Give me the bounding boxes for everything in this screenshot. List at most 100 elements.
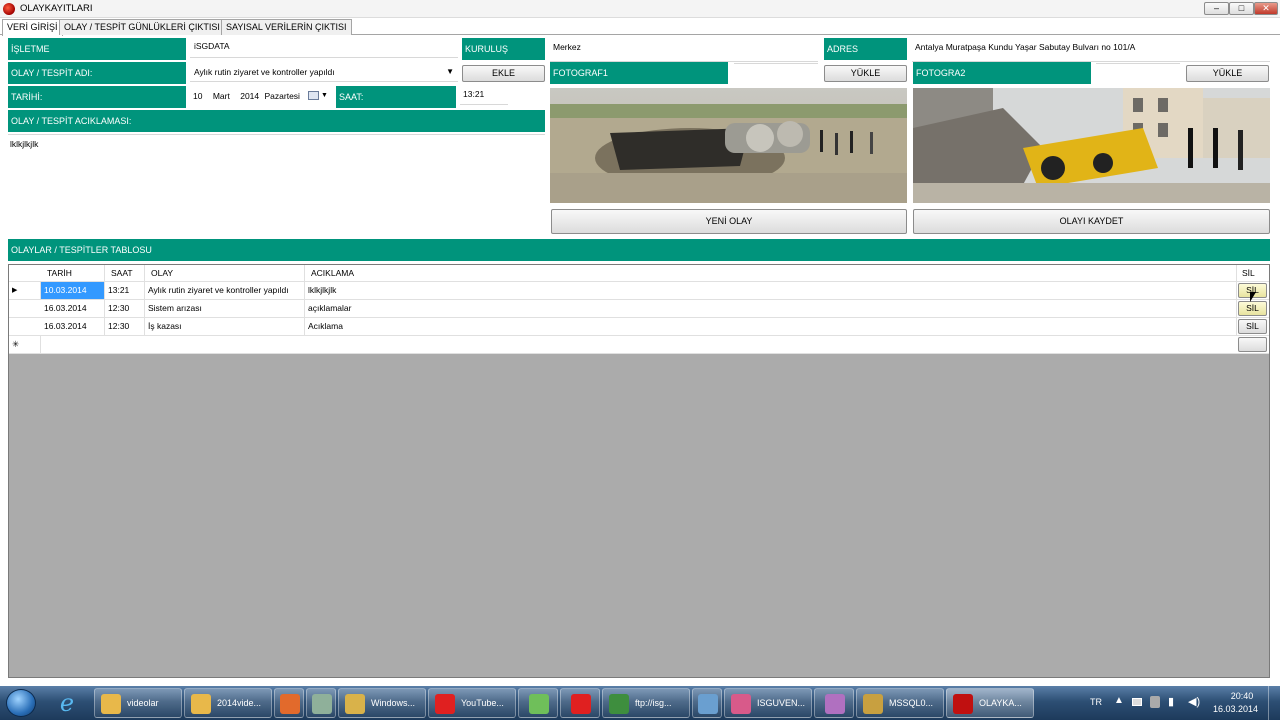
- olay-adi-label: OLAY / TESPİT ADI:: [8, 62, 186, 84]
- new-row-icon: ✳: [9, 336, 41, 353]
- cell-olay[interactable]: Sistem arızası: [145, 300, 305, 317]
- taskbar-app-icon: [609, 694, 629, 714]
- taskbar-app-icon: [101, 694, 121, 714]
- taskbar-item-3[interactable]: [306, 688, 336, 718]
- taskbar-item-10[interactable]: ISGUVEN...: [724, 688, 812, 718]
- tarih-date-picker[interactable]: 10 Mart 2014 Pazartesi ▼: [190, 86, 332, 106]
- olay-adi-value: Aylık rutin ziyaret ve kontroller yapıld…: [194, 67, 335, 77]
- chevron-down-icon: ▼: [446, 67, 454, 76]
- clock-time[interactable]: 20:40: [1222, 691, 1262, 701]
- sil-button[interactable]: SİL: [1238, 301, 1267, 316]
- tab-strip: VERİ GİRİŞİ OLAY / TESPİT GÜNLÜKLERİ ÇIK…: [0, 18, 1280, 36]
- table-row[interactable]: 16.03.2014 12:30 İş kazası Acıklama SİL: [9, 318, 1269, 336]
- taskbar-item-12[interactable]: MSSQL0...: [856, 688, 944, 718]
- taskbar-item-13[interactable]: OLAYKA...: [946, 688, 1034, 718]
- col-header-aciklama[interactable]: ACIKLAMA: [305, 265, 1237, 282]
- window-title: OLAYKAYITLARI: [20, 3, 93, 14]
- isletme-field[interactable]: iSGDATA: [190, 40, 458, 58]
- olayi-kaydet-button[interactable]: OLAYI KAYDET: [913, 209, 1270, 234]
- taskbar-app-icon: [529, 694, 549, 714]
- tab-veri-girisi[interactable]: VERİ GİRİŞİ: [2, 19, 63, 36]
- taskbar-item-label: MSSQL0...: [889, 698, 934, 708]
- maximize-button[interactable]: □: [1229, 2, 1254, 15]
- tray-arrow-icon[interactable]: ▲: [1114, 695, 1124, 706]
- saat-field[interactable]: 13:21: [460, 87, 508, 105]
- language-indicator[interactable]: TR: [1090, 697, 1102, 707]
- calendar-dropdown-icon[interactable]: ▼: [321, 86, 328, 106]
- yeni-olay-button[interactable]: YENİ OLAY: [551, 209, 907, 234]
- tray-power-icon[interactable]: [1150, 696, 1160, 708]
- kurulus-field[interactable]: Merkez: [550, 40, 818, 62]
- col-header-sil[interactable]: SİL: [1237, 265, 1269, 282]
- taskbar-app-icon: [312, 694, 332, 714]
- taskbar-app-icon: [863, 694, 883, 714]
- cell-tarih[interactable]: 16.03.2014: [41, 318, 105, 335]
- taskbar-item-label: videolar: [127, 698, 159, 708]
- sil-button[interactable]: [1238, 337, 1267, 352]
- cell-olay[interactable]: Aylık rutin ziyaret ve kontroller yapıld…: [145, 282, 305, 299]
- minimize-button[interactable]: –: [1204, 2, 1229, 15]
- close-button[interactable]: ✕: [1254, 2, 1278, 15]
- isletme-label: İŞLETME: [8, 38, 186, 60]
- aciklama-label: OLAY / TESPİT ACIKLAMASI:: [8, 110, 545, 132]
- tarih-label: TARİHİ:: [8, 86, 186, 108]
- network-icon[interactable]: ▮: [1168, 695, 1174, 708]
- sil-button[interactable]: SİL: [1238, 319, 1267, 334]
- taskbar-item-2[interactable]: [274, 688, 304, 718]
- col-header-saat[interactable]: SAAT: [105, 265, 145, 282]
- taskbar-item-label: YouTube...: [461, 698, 504, 708]
- mouse-cursor-icon: [1250, 292, 1256, 302]
- tab-sayisal-veriler[interactable]: SAYISAL VERİLERİN ÇIKTISI: [221, 19, 352, 35]
- cell-tarih[interactable]: 10.03.2014: [41, 282, 105, 299]
- tray-flag-icon[interactable]: [1132, 698, 1142, 706]
- table-row[interactable]: 16.03.2014 12:30 Sistem arızası açıklama…: [9, 300, 1269, 318]
- taskbar-item-1[interactable]: 2014vide...: [184, 688, 272, 718]
- olay-adi-select[interactable]: Aylık rutin ziyaret ve kontroller yapıld…: [190, 64, 458, 82]
- taskbar-item-label: ftp://isg...: [635, 698, 672, 708]
- taskbar-app-icon: [698, 694, 718, 714]
- cell-aciklama[interactable]: Acıklama: [305, 318, 1237, 335]
- start-button-icon[interactable]: [6, 689, 36, 717]
- taskbar-item-9[interactable]: [692, 688, 722, 718]
- yukle2-button[interactable]: YÜKLE: [1186, 65, 1269, 82]
- internet-explorer-icon[interactable]: e: [52, 690, 82, 716]
- foto2-path-field[interactable]: [1096, 62, 1180, 64]
- calendar-icon[interactable]: [308, 91, 319, 100]
- fotograf1-image: [550, 88, 907, 203]
- volume-icon[interactable]: ◀): [1188, 695, 1200, 708]
- cell-olay[interactable]: İş kazası: [145, 318, 305, 335]
- cell-saat[interactable]: 12:30: [105, 300, 145, 317]
- tab-olay-gunlukleri[interactable]: OLAY / TESPİT GÜNLÜKLERİ ÇIKTISI: [59, 19, 225, 35]
- taskbar-item-6[interactable]: [518, 688, 558, 718]
- clock-date[interactable]: 16.03.2014: [1213, 704, 1258, 714]
- table-row[interactable]: ▶ 10.03.2014 13:21 Aylık rutin ziyaret v…: [9, 282, 1269, 300]
- ekle-button[interactable]: EKLE: [462, 65, 545, 82]
- tarih-weekday: Pazartesi: [264, 91, 300, 101]
- yukle1-button[interactable]: YÜKLE: [824, 65, 907, 82]
- row-selector-icon[interactable]: ▶: [9, 282, 41, 299]
- cell-aciklama[interactable]: lklkjlkjlk: [305, 282, 1237, 299]
- cell-tarih[interactable]: 16.03.2014: [41, 300, 105, 317]
- cell-saat[interactable]: 12:30: [105, 318, 145, 335]
- table-title: OLAYLAR / TESPİTLER TABLOSU: [8, 239, 1270, 261]
- taskbar-item-8[interactable]: ftp://isg...: [602, 688, 690, 718]
- taskbar-app-icon: [953, 694, 973, 714]
- taskbar-app-icon: [345, 694, 365, 714]
- col-header-tarih[interactable]: TARİH: [41, 265, 105, 282]
- foto1-label: FOTOGRAF1: [550, 62, 728, 84]
- foto1-path-field[interactable]: [734, 62, 818, 64]
- taskbar-item-label: OLAYKA...: [979, 698, 1022, 708]
- taskbar-item-7[interactable]: [560, 688, 600, 718]
- aciklama-textarea[interactable]: lklkjlkjlk: [8, 134, 545, 234]
- show-desktop-button[interactable]: [1268, 686, 1280, 720]
- col-header-olay[interactable]: OLAY: [145, 265, 305, 282]
- table-new-row[interactable]: ✳: [9, 336, 1269, 354]
- cell-saat[interactable]: 13:21: [105, 282, 145, 299]
- taskbar-item-4[interactable]: Windows...: [338, 688, 426, 718]
- taskbar-item-0[interactable]: videolar: [94, 688, 182, 718]
- adres-field[interactable]: Antalya Muratpaşa Kundu Yaşar Sabutay Bu…: [912, 40, 1270, 62]
- title-bar: OLAYKAYITLARI – □ ✕: [0, 0, 1280, 18]
- cell-aciklama[interactable]: açıklamalar: [305, 300, 1237, 317]
- taskbar-item-5[interactable]: YouTube...: [428, 688, 516, 718]
- taskbar-item-11[interactable]: [814, 688, 854, 718]
